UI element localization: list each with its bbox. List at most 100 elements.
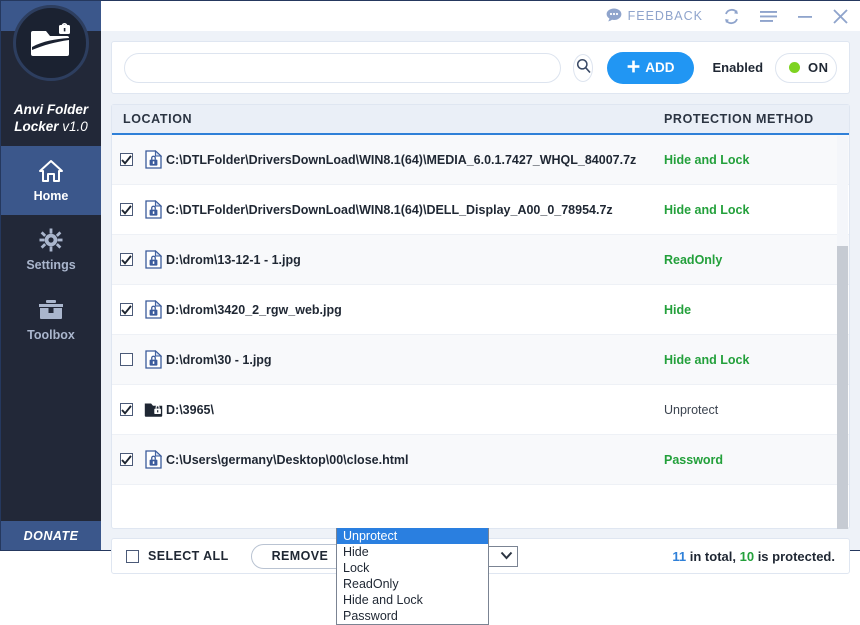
row-location: D:\drom\30 - 1.jpg bbox=[166, 352, 272, 367]
table-row[interactable]: C:\DTLFolder\DriversDownLoad\WIN8.1(64)\… bbox=[112, 135, 849, 185]
folder-lock-logo-icon bbox=[31, 23, 70, 56]
sidebar-item-label-home: Home bbox=[33, 189, 69, 203]
file-lock-icon bbox=[140, 300, 166, 319]
sidebar-item-toolbox[interactable]: Toolbox bbox=[1, 285, 101, 354]
brand-line-2: Locker bbox=[14, 119, 59, 134]
toolbox-icon bbox=[38, 297, 64, 323]
row-checkbox[interactable] bbox=[119, 203, 133, 216]
folder-lock-icon bbox=[140, 401, 166, 418]
minimize-icon[interactable] bbox=[797, 10, 813, 23]
check-mark-icon bbox=[120, 404, 132, 415]
table-row[interactable]: D:\drom\3420_2_rgw_web.jpg Hide bbox=[112, 285, 849, 335]
row-checkbox-cell bbox=[112, 253, 140, 266]
protection-method-dropdown[interactable]: Unprotect Hide Lock ReadOnly Hide and Lock Pa… bbox=[336, 528, 489, 625]
sidebar-item-label-settings: Settings bbox=[26, 258, 76, 272]
file-lock-icon bbox=[140, 250, 166, 269]
row-location: D:\drom\3420_2_rgw_web.jpg bbox=[166, 302, 342, 317]
toggle-state-label: ON bbox=[808, 60, 829, 75]
search-input[interactable] bbox=[124, 52, 561, 83]
search-button[interactable] bbox=[573, 53, 594, 82]
row-location: C:\DTLFolder\DriversDownLoad\WIN8.1(64)\… bbox=[166, 152, 637, 167]
table-row[interactable]: C:\Users\germany\Desktop\00\close.html Pa… bbox=[112, 435, 849, 485]
row-protection-method: Hide bbox=[664, 302, 692, 317]
gear-icon bbox=[39, 227, 63, 253]
add-button[interactable]: ADD bbox=[607, 51, 695, 84]
totals-suffix-text: is protected. bbox=[754, 548, 835, 564]
row-protection-method: Hide and Lock bbox=[664, 202, 750, 217]
enabled-label: Enabled bbox=[712, 60, 764, 75]
file-lock-icon bbox=[140, 450, 166, 469]
column-header-method: PROTECTION METHOD bbox=[664, 112, 814, 126]
app-logo bbox=[13, 5, 89, 81]
donate-button[interactable]: DONATE bbox=[1, 521, 101, 550]
row-protection-method: Hide and Lock bbox=[664, 352, 750, 367]
select-all-label: SELECT ALL bbox=[148, 549, 229, 563]
row-protection-method: Hide and Lock bbox=[664, 152, 750, 167]
row-checkbox[interactable] bbox=[119, 453, 133, 466]
action-toolbar: ADD Enabled ON bbox=[111, 41, 850, 94]
dropdown-option[interactable]: ReadOnly bbox=[337, 576, 488, 592]
refresh-icon[interactable] bbox=[723, 8, 740, 25]
select-all-control[interactable]: SELECT ALL bbox=[126, 549, 229, 563]
row-location: C:\DTLFolder\DriversDownLoad\WIN8.1(64)\… bbox=[166, 202, 613, 217]
row-checkbox-cell bbox=[112, 203, 140, 216]
dropdown-option[interactable]: Hide and Lock bbox=[337, 592, 488, 608]
row-checkbox[interactable] bbox=[119, 303, 133, 316]
row-location: D:\drom\13-12-1 - 1.jpg bbox=[166, 252, 301, 267]
chat-bubble-icon bbox=[606, 8, 622, 25]
add-button-label: ADD bbox=[645, 60, 675, 75]
hamburger-menu-icon[interactable] bbox=[760, 10, 777, 23]
row-checkbox[interactable] bbox=[119, 353, 133, 366]
table-header: LOCATION PROTECTION METHOD bbox=[112, 105, 849, 135]
content-area: ADD Enabled ON LOCATION PROTECTION METHO… bbox=[101, 31, 860, 574]
check-mark-icon bbox=[120, 454, 132, 465]
row-protection-method: Password bbox=[664, 452, 724, 467]
row-checkbox[interactable] bbox=[119, 403, 133, 416]
file-lock-icon bbox=[140, 350, 166, 369]
protected-count: 10 bbox=[739, 548, 755, 564]
totals-status: 11 in total, 10 is protected. bbox=[672, 549, 835, 564]
dropdown-option[interactable]: Password bbox=[337, 608, 488, 624]
total-count: 11 bbox=[672, 548, 687, 564]
dropdown-option[interactable]: Hide bbox=[337, 544, 488, 560]
toggle-status-dot bbox=[789, 62, 801, 73]
row-protection-method: Unprotect bbox=[664, 402, 719, 417]
row-protection-method: ReadOnly bbox=[664, 252, 723, 267]
check-mark-icon bbox=[120, 204, 132, 215]
check-mark-icon bbox=[120, 254, 132, 265]
brand-title: Anvi Folder Locker v1.0 bbox=[1, 101, 101, 135]
search-icon bbox=[576, 58, 591, 78]
column-header-location: LOCATION bbox=[123, 112, 193, 126]
table-row[interactable]: D:\drom\13-12-1 - 1.jpg ReadOnly bbox=[112, 235, 849, 285]
sidebar: Anvi Folder Locker v1.0 Home Settings To… bbox=[1, 1, 101, 550]
row-checkbox[interactable] bbox=[119, 153, 133, 166]
totals-mid-text: in total, bbox=[686, 548, 740, 564]
feedback-button[interactable]: FEEDBACK bbox=[606, 8, 703, 25]
row-checkbox-cell bbox=[112, 303, 140, 316]
close-icon[interactable] bbox=[833, 8, 848, 24]
table-row[interactable]: D:\3965\ Unprotect bbox=[112, 385, 849, 435]
check-mark-icon bbox=[120, 304, 132, 315]
remove-button[interactable]: REMOVE bbox=[250, 543, 350, 569]
file-lock-icon bbox=[140, 200, 166, 219]
row-location: C:\Users\germany\Desktop\00\close.html bbox=[166, 452, 409, 467]
vertical-scrollbar-thumb[interactable] bbox=[837, 246, 848, 529]
application-window: Anvi Folder Locker v1.0 Home Settings To… bbox=[0, 0, 860, 574]
chevron-down-icon bbox=[500, 549, 513, 563]
row-checkbox[interactable] bbox=[119, 253, 133, 266]
select-all-checkbox[interactable] bbox=[126, 549, 139, 563]
row-location: D:\3965\ bbox=[166, 402, 214, 417]
check-mark-icon bbox=[120, 154, 132, 165]
vertical-scrollbar-track[interactable] bbox=[837, 136, 848, 529]
sidebar-item-home[interactable]: Home bbox=[1, 146, 101, 215]
sidebar-item-settings[interactable]: Settings bbox=[1, 215, 101, 284]
file-list-panel: LOCATION PROTECTION METHOD C:\DTLFolder\… bbox=[111, 104, 850, 529]
home-icon bbox=[38, 158, 64, 184]
protection-toggle[interactable]: ON bbox=[775, 52, 837, 83]
table-row[interactable]: D:\drom\30 - 1.jpg Hide and Lock bbox=[112, 335, 849, 385]
table-row[interactable]: C:\DTLFolder\DriversDownLoad\WIN8.1(64)\… bbox=[112, 185, 849, 235]
row-checkbox-cell bbox=[112, 153, 140, 166]
file-lock-icon bbox=[140, 150, 166, 169]
dropdown-option[interactable]: Unprotect bbox=[337, 528, 488, 544]
dropdown-option[interactable]: Lock bbox=[337, 560, 488, 576]
